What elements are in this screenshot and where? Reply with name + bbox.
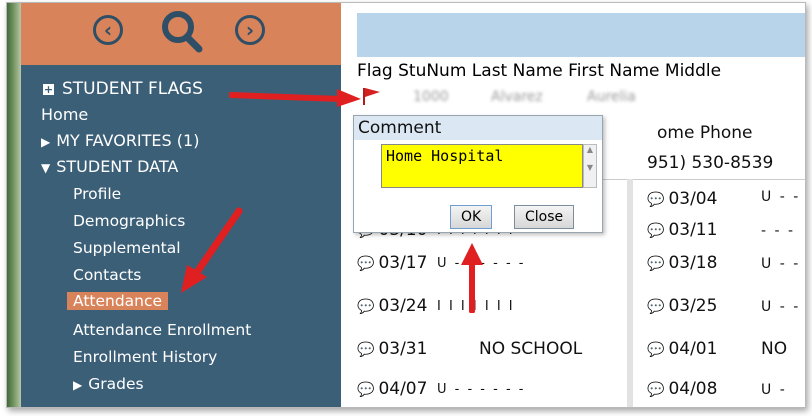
comment-icon[interactable]: 💬 (647, 299, 664, 315)
attendance-cell[interactable]: 💬 03/25 (647, 296, 717, 316)
attendance-cell[interactable]: 💬 03/18 (647, 253, 717, 273)
sidebar-item-profile[interactable]: Profile (73, 185, 121, 203)
red-flag-icon[interactable] (361, 86, 383, 106)
comment-field[interactable]: Home Hospital (381, 144, 583, 188)
sidebar-item-supplemental[interactable]: Supplemental (73, 239, 181, 257)
attendance-codes: U - - (761, 299, 801, 315)
attendance-status: NO SCHOOL (479, 339, 583, 359)
date-label: 04/08 (668, 379, 718, 399)
chevron-right-icon: ▶ (73, 378, 83, 392)
sidebar-item-label: Profile (73, 185, 122, 203)
chevron-right-icon: ▶ (41, 135, 51, 149)
date-label: 04/01 (668, 339, 718, 359)
comment-scrollbar[interactable]: ▲ ▼ (583, 144, 597, 188)
sidebar-item-label: STUDENT FLAGS (62, 79, 203, 99)
comment-icon[interactable]: 💬 (357, 342, 374, 358)
home-phone-value: 951) 530-8539 (647, 153, 774, 173)
sidebar-item-my-favorites[interactable]: ▶ MY FAVORITES (1) (41, 131, 199, 150)
date-label: 03/11 (668, 220, 718, 240)
attendance-status: NO (761, 339, 788, 359)
comment-icon[interactable]: 💬 (647, 192, 664, 208)
date-label: 03/17 (378, 253, 428, 273)
comment-icon[interactable]: 💬 (647, 223, 664, 239)
date-label: 03/18 (668, 253, 718, 273)
attendance-cell[interactable]: 💬 04/08 (647, 379, 717, 399)
attendance-cell[interactable]: 💬 03/17 (357, 253, 427, 273)
student-number-cell: 1000 (413, 89, 449, 105)
comment-dialog: Comment Home Hospital ▲ ▼ OK Close (353, 115, 603, 233)
comment-icon[interactable]: 💬 (647, 342, 664, 358)
annotation-arrow-down-left (181, 207, 243, 293)
comment-dialog-title: Comment (354, 116, 602, 140)
attendance-codes: - - - (761, 223, 796, 239)
first-name-cell: Aurelia (587, 89, 636, 105)
sidebar-item-student-flags[interactable]: + STUDENT FLAGS (43, 79, 203, 99)
home-phone-label: ome Phone (657, 123, 753, 143)
sidebar-item-label: Enrollment History (73, 348, 218, 366)
comment-icon[interactable]: 💬 (357, 299, 374, 315)
sidebar-item-label: Supplemental (73, 239, 181, 257)
attendance-codes: U - (761, 382, 787, 398)
sidebar-item-label: Attendance Enrollment (73, 321, 252, 339)
sidebar-item-home[interactable]: Home (41, 105, 88, 124)
attendance-cell[interactable]: 💬 04/07 (357, 379, 427, 399)
date-label: 03/31 (378, 339, 428, 359)
sidebar-toolbar: ‹ › (21, 3, 341, 65)
comment-icon[interactable]: 💬 (357, 382, 374, 398)
previous-student-button[interactable]: ‹ (93, 15, 123, 45)
sidebar-item-grades[interactable]: ▶ Grades (73, 375, 144, 393)
attendance-cell[interactable]: 💬 03/04 (647, 189, 717, 209)
ok-button[interactable]: OK (450, 205, 493, 229)
sidebar-item-label: Grades (88, 375, 144, 393)
sidebar-item-enrollment-history[interactable]: Enrollment History (73, 348, 217, 366)
sidebar-item-demographics[interactable]: Demographics (73, 212, 185, 230)
sidebar-item-label: Home (41, 105, 89, 124)
sidebar-item-attendance-enrollment[interactable]: Attendance Enrollment (73, 321, 251, 339)
attendance-codes: U - - (761, 256, 801, 272)
search-icon[interactable] (159, 7, 205, 55)
annotation-arrow-up (461, 243, 483, 313)
sidebar-item-contacts[interactable]: Contacts (73, 266, 141, 284)
sidebar-item-label: Attendance (73, 292, 163, 310)
window-edge (7, 3, 21, 407)
comment-icon[interactable]: 💬 (647, 382, 664, 398)
comment-icon[interactable]: 💬 (357, 256, 374, 272)
chevron-down-icon: ▼ (41, 161, 51, 175)
annotation-arrow-right (229, 89, 361, 107)
comment-icon[interactable]: 💬 (647, 256, 664, 272)
last-name-cell: Alvarez (491, 89, 543, 105)
sidebar-item-label: MY FAVORITES (1) (56, 131, 200, 150)
student-table-headers: Flag StuNum Last Name First Name Middle (357, 61, 722, 81)
sidebar-item-label: Contacts (73, 266, 142, 284)
attendance-cell[interactable]: 💬 03/24 (357, 296, 427, 316)
top-strip (341, 3, 805, 13)
attendance-cell[interactable]: 💬 03/31 (357, 339, 427, 359)
date-label: 03/25 (668, 296, 718, 316)
student-header-bar (357, 13, 805, 57)
sidebar-item-label: Demographics (73, 212, 186, 230)
date-label: 04/07 (378, 379, 428, 399)
attendance-codes: U - - - - - - (437, 382, 526, 397)
next-student-button[interactable]: › (235, 15, 265, 45)
close-button[interactable]: Close (514, 205, 575, 229)
app-window: ‹ › + STUDENT FLAGS Home ▶ MY FAVORITES (1… (6, 2, 806, 408)
attendance-cell[interactable]: 💬 04/01 (647, 339, 717, 359)
attendance-cell[interactable]: 💬 03/11 (647, 220, 717, 240)
expand-icon: + (43, 83, 54, 96)
sidebar-item-attendance[interactable]: Attendance (67, 292, 169, 310)
date-label: 03/24 (378, 296, 428, 316)
sidebar: ‹ › + STUDENT FLAGS Home ▶ MY FAVORITES (1… (21, 3, 341, 407)
date-label: 03/04 (668, 189, 718, 209)
grid-column-separator (627, 179, 633, 407)
sidebar-item-label: STUDENT DATA (56, 157, 179, 176)
sidebar-item-student-data[interactable]: ▼ STUDENT DATA (41, 157, 178, 176)
attendance-codes: U - - (761, 189, 801, 205)
